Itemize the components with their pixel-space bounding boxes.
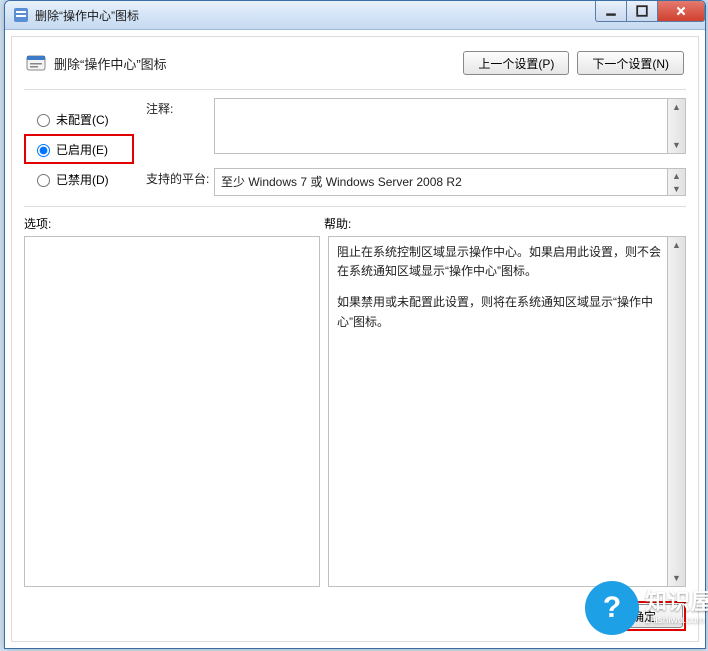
nav-buttons: 上一个设置(P) 下一个设置(N)	[463, 51, 684, 75]
button-label: 上一个设置(P)	[478, 55, 554, 72]
platform-label: 支持的平台:	[146, 168, 214, 187]
watermark-url: zhishiwu.com	[645, 615, 708, 626]
radio-group: 未配置(C) 已启用(E) 已禁用(D)	[24, 98, 134, 196]
window-title: 删除“操作中心”图标	[35, 7, 139, 24]
radio-input[interactable]	[37, 144, 50, 157]
options-pane	[24, 236, 320, 587]
radio-enabled[interactable]: 已启用(E)	[24, 134, 134, 164]
help-paragraph: 阻止在系统控制区域显示操作中心。如果启用此设置，则不会在系统通知区域显示“操作中…	[337, 243, 663, 281]
radio-label: 已禁用(D)	[56, 171, 109, 188]
platform-row: 支持的平台: 至少 Windows 7 或 Windows Server 200…	[146, 168, 686, 196]
radio-not-configured[interactable]: 未配置(C)	[24, 104, 134, 134]
panes: 阻止在系统控制区域显示操作中心。如果启用此设置，则不会在系统通知区域显示“操作中…	[12, 236, 698, 595]
watermark-brand: 知识屋	[645, 590, 708, 614]
help-paragraph: 如果禁用或未配置此设置，则将在系统通知区域显示“操作中心”图标。	[337, 293, 663, 331]
page-title: 删除“操作中心”图标	[54, 54, 167, 73]
radio-disabled[interactable]: 已禁用(D)	[24, 164, 134, 194]
previous-setting-button[interactable]: 上一个设置(P)	[463, 51, 569, 75]
scroll-down-icon[interactable]: ▼	[668, 182, 685, 195]
comment-textarea[interactable]: ▲ ▼	[214, 98, 686, 154]
scrollbar[interactable]: ▲ ▼	[667, 237, 685, 586]
window-controls	[595, 1, 705, 22]
section-labels: 选项: 帮助:	[12, 207, 698, 236]
top-config: 未配置(C) 已启用(E) 已禁用(D) 注释: ▲	[12, 90, 698, 196]
app-icon	[13, 7, 29, 23]
close-button[interactable]	[658, 1, 705, 22]
watermark-badge: ? 知识屋 zhishiwu.com	[585, 581, 708, 635]
help-label: 帮助:	[324, 215, 351, 232]
radio-label: 未配置(C)	[56, 111, 109, 128]
platform-value: 至少 Windows 7 或 Windows Server 2008 R2	[221, 175, 462, 189]
button-label: 下一个设置(N)	[592, 55, 669, 72]
scroll-up-icon[interactable]: ▲	[668, 99, 685, 115]
comment-row: 注释: ▲ ▼	[146, 98, 686, 154]
right-column: 注释: ▲ ▼ 支持的平台: 至少 Windows 7 或 Windows Se…	[134, 98, 686, 196]
header-row: 删除“操作中心”图标 上一个设置(P) 下一个设置(N)	[12, 37, 698, 81]
watermark-text: 知识屋 zhishiwu.com	[645, 590, 708, 625]
next-setting-button[interactable]: 下一个设置(N)	[577, 51, 684, 75]
platform-textbox: 至少 Windows 7 或 Windows Server 2008 R2 ▲ …	[214, 168, 686, 196]
policy-icon	[26, 53, 46, 73]
help-pane: 阻止在系统控制区域显示操作中心。如果启用此设置，则不会在系统通知区域显示“操作中…	[328, 236, 686, 587]
radio-input[interactable]	[37, 174, 50, 187]
scrollbar[interactable]: ▲ ▼	[667, 169, 685, 195]
maximize-button[interactable]	[627, 1, 658, 22]
radio-label: 已启用(E)	[56, 141, 108, 158]
watermark-icon-char: ?	[603, 591, 621, 625]
radio-input[interactable]	[37, 114, 50, 127]
comment-label: 注释:	[146, 98, 214, 117]
scroll-down-icon[interactable]: ▼	[668, 137, 685, 153]
minimize-button[interactable]	[595, 1, 627, 22]
titlebar[interactable]: 删除“操作中心”图标	[5, 1, 705, 30]
dialog-window: 删除“操作中心”图标 删除“操作中心”图标 上一个设置(P)	[4, 0, 706, 649]
watermark-icon: ?	[585, 581, 639, 635]
scroll-up-icon[interactable]: ▲	[668, 169, 685, 182]
scroll-up-icon[interactable]: ▲	[668, 237, 685, 253]
options-label: 选项:	[24, 215, 324, 232]
client-area: 删除“操作中心”图标 上一个设置(P) 下一个设置(N) 未配置(C) 已	[11, 36, 699, 642]
scrollbar[interactable]: ▲ ▼	[667, 99, 685, 153]
